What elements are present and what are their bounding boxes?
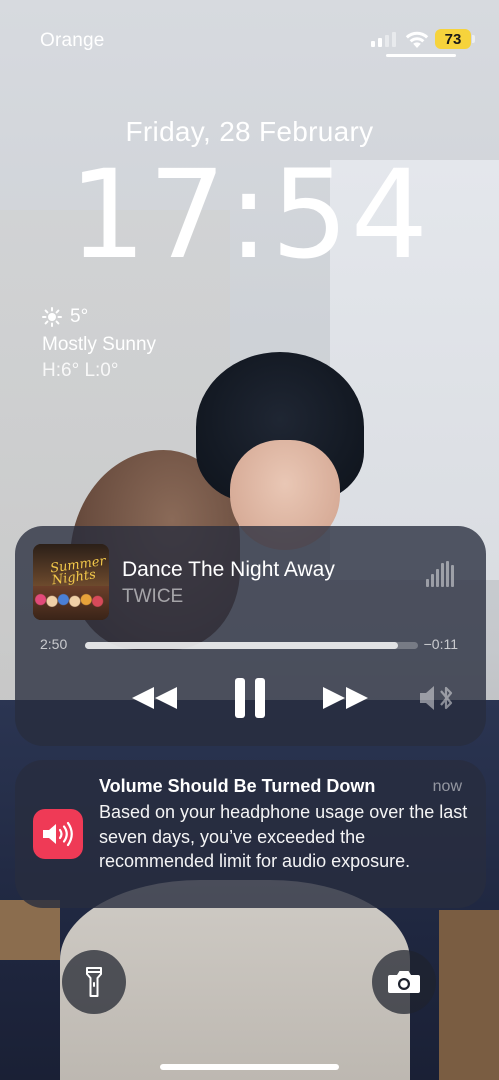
track-title: Dance The Night Away	[122, 558, 335, 581]
weather-high-low: H:6° L:0°	[42, 360, 119, 381]
rewind-icon	[132, 687, 177, 709]
notification-card[interactable]: Volume Should Be Turned Down now Based o…	[15, 760, 486, 908]
fast-forward-icon	[323, 687, 368, 709]
audio-output-button[interactable]	[417, 678, 457, 718]
weather-temperature: 5°	[70, 306, 89, 327]
speaker-bluetooth-icon	[420, 686, 453, 710]
wallpaper-shelf	[0, 900, 60, 960]
notification-title: Volume Should Be Turned Down	[99, 776, 376, 796]
notification-body: Based on your headphone usage over the l…	[99, 802, 468, 871]
home-indicator[interactable]	[160, 1064, 339, 1070]
track-artist: TWICE	[122, 586, 184, 607]
carrier-name: Orange	[40, 30, 105, 51]
notification-time: now	[432, 778, 462, 795]
battery-icon: 73	[435, 29, 471, 49]
sun-icon	[42, 307, 62, 327]
cellular-signal-icon	[371, 30, 397, 47]
lock-screen-time: 17:54	[68, 144, 431, 286]
flashlight-icon	[86, 967, 102, 997]
now-playing-widget[interactable]: Summer Nights Dance The Night Away TWICE…	[15, 526, 486, 746]
wallpaper-shelf-right	[439, 910, 499, 1080]
status-bar: Orange 73	[0, 0, 499, 60]
fast-forward-button[interactable]	[317, 678, 373, 718]
rewind-button[interactable]	[127, 678, 183, 718]
camera-button[interactable]	[372, 950, 436, 1014]
speaker-volume-icon	[43, 821, 73, 847]
weather-widget[interactable]: 5° Mostly Sunny H:6° L:0°	[42, 306, 156, 382]
album-art[interactable]: Summer Nights	[33, 544, 109, 620]
notification-app-icon	[33, 809, 83, 859]
camera-icon	[388, 971, 420, 993]
audio-waveform-icon	[426, 561, 454, 587]
pause-button[interactable]	[225, 678, 275, 718]
elapsed-time: 2:50	[40, 636, 68, 652]
battery-tip	[472, 35, 475, 43]
playback-scrubber[interactable]	[85, 642, 418, 649]
pause-icon	[235, 678, 265, 718]
weather-condition: Mostly Sunny	[42, 334, 157, 355]
flashlight-button[interactable]	[62, 950, 126, 1014]
playback-progress-fill	[85, 642, 399, 649]
remaining-time: −0:11	[423, 636, 458, 652]
status-indicator-bar	[386, 54, 456, 57]
wifi-icon	[405, 31, 429, 48]
